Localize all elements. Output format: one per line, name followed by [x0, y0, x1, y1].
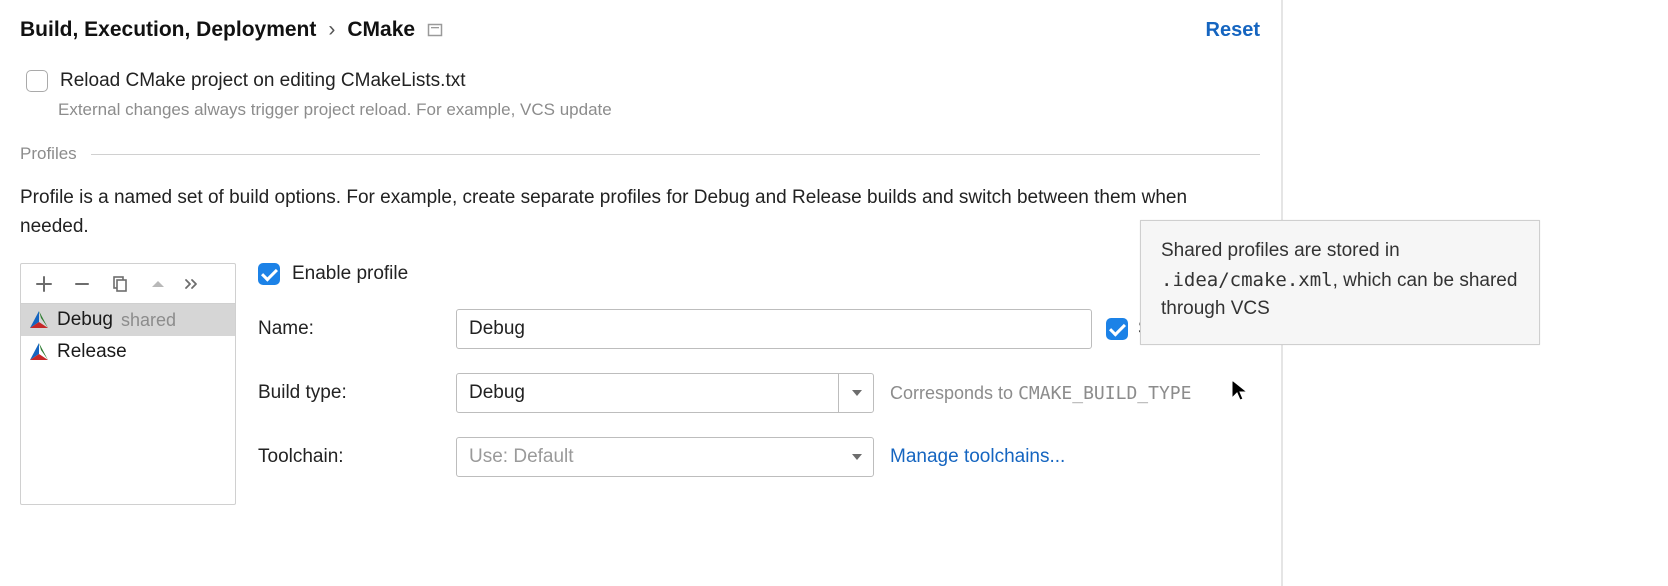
manage-toolchains-link[interactable]: Manage toolchains...	[890, 446, 1065, 468]
toolchain-label: Toolchain:	[258, 446, 456, 468]
breadcrumb-parent[interactable]: Build, Execution, Deployment	[20, 18, 316, 42]
profile-toolbar	[21, 264, 235, 304]
build-type-select[interactable]: Debug	[456, 373, 874, 413]
breadcrumb-current: CMake	[347, 18, 415, 42]
profile-shared-tag: shared	[121, 310, 176, 331]
reset-button[interactable]: Reset	[1206, 19, 1260, 42]
profile-detail-panel: Enable profile Name: Share ? Build type:…	[258, 263, 1260, 505]
name-input[interactable]	[456, 309, 1092, 349]
reload-checkbox[interactable]	[26, 70, 48, 92]
cmake-icon	[29, 310, 49, 330]
cmake-icon	[29, 342, 49, 362]
reload-hint: External changes always trigger project …	[20, 100, 1260, 120]
reload-checkbox-row: Reload CMake project on editing CMakeLis…	[20, 70, 1260, 92]
add-profile-button[interactable]	[25, 265, 63, 303]
more-actions-button[interactable]	[177, 265, 205, 303]
breadcrumb-row: Build, Execution, Deployment › CMake Res…	[20, 18, 1260, 42]
remove-profile-button[interactable]	[63, 265, 101, 303]
profiles-section-title: Profiles	[20, 144, 77, 164]
enable-profile-checkbox[interactable]	[258, 263, 280, 285]
build-type-label: Build type:	[258, 382, 456, 404]
profiles-section-header: Profiles	[20, 144, 1260, 164]
profile-item-label: Debug	[57, 309, 113, 331]
profile-item-label: Release	[57, 341, 127, 363]
profile-item-debug[interactable]: Debug shared	[21, 304, 235, 336]
profile-item-release[interactable]: Release	[21, 336, 235, 368]
dropdown-arrow-icon[interactable]	[838, 373, 874, 413]
dropdown-arrow-icon[interactable]	[850, 437, 864, 477]
profiles-description: Profile is a named set of build options.…	[20, 184, 1260, 241]
enable-profile-label: Enable profile	[292, 263, 408, 285]
copy-profile-button[interactable]	[101, 265, 139, 303]
share-checkbox[interactable]	[1106, 318, 1128, 340]
move-up-button[interactable]	[139, 265, 177, 303]
toolchain-select[interactable]: Use: Default	[456, 437, 874, 477]
build-type-hint: Corresponds to CMAKE_BUILD_TYPE	[890, 383, 1191, 404]
section-divider	[91, 154, 1260, 155]
name-label: Name:	[258, 318, 456, 340]
reload-checkbox-label: Reload CMake project on editing CMakeLis…	[60, 70, 466, 92]
share-tooltip: Shared profiles are stored in .idea/cmak…	[1140, 220, 1540, 345]
profile-list-panel: Debug shared Release	[20, 263, 236, 505]
expand-settings-icon[interactable]	[427, 22, 443, 38]
breadcrumb-separator: ›	[328, 18, 335, 42]
